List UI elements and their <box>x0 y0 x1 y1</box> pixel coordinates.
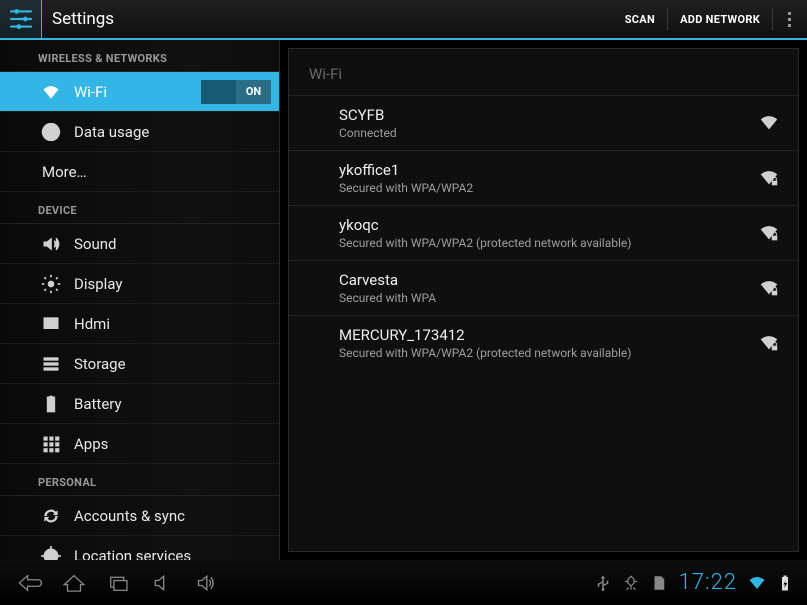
debug-icon[interactable] <box>622 574 640 592</box>
wifi-network-item[interactable]: ykoffice1 Secured with WPA/WPA2 <box>289 151 798 206</box>
back-button[interactable] <box>8 567 52 599</box>
scan-button[interactable]: SCAN <box>613 3 667 36</box>
sidebar-item-label: Apps <box>74 435 108 453</box>
wifi-network-item[interactable]: SCYFB Connected <box>289 96 798 151</box>
sidebar-item-data-usage[interactable]: Data usage <box>0 112 279 152</box>
home-button[interactable] <box>52 567 96 599</box>
sidebar-item-sound[interactable]: Sound <box>0 224 279 264</box>
settings-app-icon[interactable] <box>0 0 42 39</box>
network-status: Secured with WPA/WPA2 (protected network… <box>339 236 758 250</box>
wifi-signal-secured-icon <box>758 167 780 189</box>
volume-up-button[interactable] <box>184 567 228 599</box>
network-name: ykoffice1 <box>339 161 758 179</box>
sdcard-icon[interactable] <box>650 574 668 592</box>
sidebar-item-hdmi[interactable]: Hdmi <box>0 304 279 344</box>
wifi-toggle[interactable]: ON <box>201 80 271 104</box>
content-pane: Wi-Fi SCYFB Connected ykoffice1 Secured wit… <box>280 40 807 560</box>
wifi-icon <box>40 81 62 103</box>
sidebar-item-more[interactable]: More… <box>0 152 279 192</box>
sidebar-item-accounts-sync[interactable]: Accounts & sync <box>0 496 279 536</box>
wifi-signal-secured-icon <box>758 222 780 244</box>
recents-button[interactable] <box>96 567 140 599</box>
volume-down-button[interactable] <box>140 567 184 599</box>
section-header: WIRELESS & NETWORKS <box>0 40 279 72</box>
sidebar-item-label: Sound <box>74 235 116 253</box>
wifi-network-item[interactable]: Carvesta Secured with WPA <box>289 261 798 316</box>
settings-sidebar: WIRELESS & NETWORKS Wi-Fi ON Data usage More… <box>0 40 280 560</box>
network-status: Secured with WPA/WPA2 (protected network… <box>339 346 758 360</box>
status-clock[interactable]: 17:22 <box>679 570 737 595</box>
network-status: Connected <box>339 126 758 140</box>
content-header: Wi-Fi <box>289 49 798 96</box>
wifi-network-item[interactable]: MERCURY_173412 Secured with WPA/WPA2 (pro… <box>289 316 798 370</box>
page-title: Settings <box>52 9 613 29</box>
storage-icon <box>40 353 62 375</box>
location-icon <box>40 545 62 561</box>
sound-icon <box>40 233 62 255</box>
sidebar-item-label: Hdmi <box>74 315 110 333</box>
network-name: MERCURY_173412 <box>339 326 758 344</box>
apps-icon <box>40 433 62 455</box>
sidebar-item-label: Battery <box>74 395 122 413</box>
sidebar-item-battery[interactable]: Battery <box>0 384 279 424</box>
network-name: SCYFB <box>339 106 758 124</box>
toggle-label: ON <box>236 85 271 98</box>
wifi-status-icon[interactable] <box>748 574 766 592</box>
sidebar-item-location-services[interactable]: Location services <box>0 536 279 560</box>
add-network-button[interactable]: ADD NETWORK <box>668 3 772 36</box>
network-name: ykoqc <box>339 216 758 234</box>
section-header: DEVICE <box>0 192 279 224</box>
sidebar-item-apps[interactable]: Apps <box>0 424 279 464</box>
network-status: Secured with WPA/WPA2 <box>339 181 758 195</box>
sidebar-item-label: Wi-Fi <box>74 83 107 101</box>
hdmi-icon <box>40 313 62 335</box>
battery-icon <box>40 393 62 415</box>
data-icon <box>40 121 62 143</box>
usb-icon[interactable] <box>594 574 612 592</box>
battery-status-icon[interactable] <box>776 574 794 592</box>
sidebar-item-storage[interactable]: Storage <box>0 344 279 384</box>
sidebar-item-label: Data usage <box>74 123 149 141</box>
sidebar-item-label: Display <box>74 275 122 293</box>
sidebar-item-display[interactable]: Display <box>0 264 279 304</box>
wifi-signal-secured-icon <box>758 332 780 354</box>
sidebar-item-label: Storage <box>74 355 126 373</box>
sync-icon <box>40 505 62 527</box>
divider <box>772 8 773 30</box>
display-icon <box>40 273 62 295</box>
network-status: Secured with WPA <box>339 291 758 305</box>
overflow-menu-button[interactable] <box>777 0 801 39</box>
wifi-network-item[interactable]: ykoqc Secured with WPA/WPA2 (protected ne… <box>289 206 798 261</box>
wifi-signal-icon <box>758 112 780 134</box>
sidebar-item-label: More… <box>42 163 87 181</box>
wifi-signal-secured-icon <box>758 277 780 299</box>
sidebar-item-label: Location services <box>74 547 191 561</box>
sidebar-item-label: Accounts & sync <box>74 507 185 525</box>
network-name: Carvesta <box>339 271 758 289</box>
sidebar-item-wi-fi[interactable]: Wi-Fi ON <box>0 72 279 112</box>
section-header: PERSONAL <box>0 464 279 496</box>
